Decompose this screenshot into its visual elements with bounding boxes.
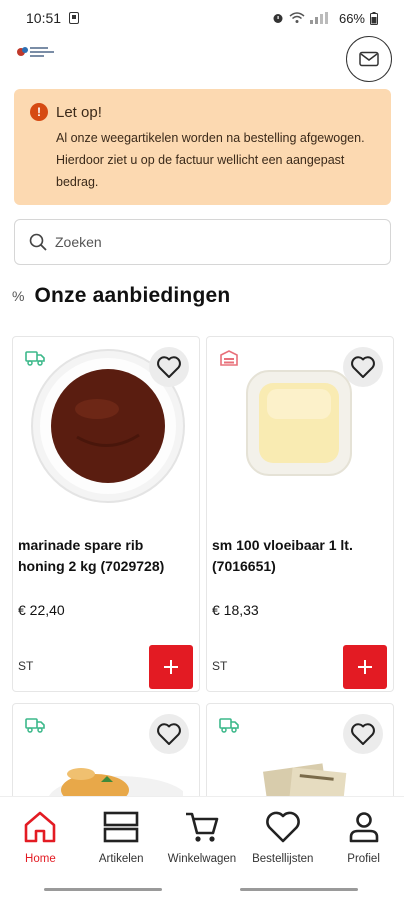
search-input[interactable] bbox=[55, 234, 355, 250]
weight-notice-alert: ! Let op! Al onze weegartikelen worden n… bbox=[14, 89, 391, 205]
product-card[interactable]: marinade spare rib honing 2 kg (7029728)… bbox=[12, 336, 200, 692]
offers-title: Onze aanbiedingen bbox=[34, 284, 231, 307]
battery-icon bbox=[370, 11, 378, 25]
favorite-button[interactable] bbox=[343, 347, 383, 387]
product-price: € 18,33 bbox=[212, 602, 259, 618]
alert-icon: ! bbox=[30, 103, 48, 121]
product-name[interactable]: marinade spare rib honing 2 kg (7029728) bbox=[18, 535, 193, 577]
heart-icon bbox=[351, 723, 375, 745]
nav-articles[interactable]: Artikelen bbox=[81, 797, 162, 880]
add-to-cart-button[interactable] bbox=[343, 645, 387, 689]
heart-icon bbox=[157, 723, 181, 745]
favorite-button[interactable] bbox=[149, 714, 189, 754]
nav-home[interactable]: Home bbox=[0, 797, 81, 880]
search-bar[interactable] bbox=[14, 219, 391, 265]
delivery-truck-icon bbox=[219, 718, 239, 733]
company-logo[interactable] bbox=[16, 44, 56, 60]
product-unit: ST bbox=[212, 659, 228, 673]
percent-icon: % bbox=[12, 288, 25, 304]
nav-label: Home bbox=[25, 853, 56, 865]
offers-header: % Onze aanbiedingen bbox=[12, 284, 230, 308]
status-time: 10:51 bbox=[26, 10, 62, 26]
nav-label: Artikelen bbox=[98, 853, 144, 865]
nav-label: Bestellijsten bbox=[252, 853, 314, 865]
list-icon bbox=[103, 811, 139, 843]
plus-icon bbox=[358, 660, 372, 674]
battery-percent: 66% bbox=[338, 10, 365, 26]
product-unit: ST bbox=[18, 659, 34, 673]
mail-icon bbox=[359, 51, 379, 67]
gesture-bar bbox=[44, 888, 162, 891]
status-bar: 10:51 66% bbox=[0, 0, 404, 36]
notification-icon bbox=[69, 12, 80, 24]
signal-icon bbox=[309, 12, 328, 24]
nav-label: Winkelwagen bbox=[167, 853, 237, 865]
heart-icon bbox=[157, 356, 181, 378]
nav-cart[interactable]: Winkelwagen bbox=[162, 797, 243, 880]
home-icon bbox=[25, 811, 56, 843]
favorite-button[interactable] bbox=[343, 714, 383, 754]
packaged-product-image bbox=[263, 763, 347, 800]
cart-icon bbox=[185, 812, 219, 842]
nav-label: Profiel bbox=[347, 853, 380, 865]
warehouse-icon bbox=[220, 350, 238, 366]
heart-icon bbox=[351, 356, 375, 378]
product-card[interactable]: sm 100 vloeibaar 1 lt. (7016651) € 18,33… bbox=[206, 336, 394, 692]
nav-order-lists[interactable]: Bestellijsten bbox=[242, 797, 323, 880]
pasta-dish-image bbox=[48, 768, 183, 800]
wifi-icon bbox=[289, 12, 305, 23]
alert-title: Let op! bbox=[56, 103, 102, 121]
heart-icon bbox=[265, 811, 300, 843]
app-header bbox=[0, 36, 404, 84]
product-name[interactable]: sm 100 vloeibaar 1 lt. (7016651) bbox=[212, 535, 387, 577]
plus-icon bbox=[164, 660, 178, 674]
user-icon bbox=[349, 812, 378, 843]
product-price: € 22,40 bbox=[18, 602, 65, 618]
gesture-bar bbox=[240, 888, 358, 891]
search-icon bbox=[29, 233, 47, 251]
liquid-butter-tray-image bbox=[246, 370, 352, 476]
favorite-button[interactable] bbox=[149, 347, 189, 387]
bottom-navigation: Home Artikelen Winkelwagen Bestellijsten… bbox=[0, 796, 404, 880]
nav-profile[interactable]: Profiel bbox=[323, 797, 404, 880]
delivery-truck-icon bbox=[25, 718, 45, 733]
alert-text: Al onze weegartikelen worden na bestelli… bbox=[56, 131, 365, 189]
mail-button[interactable] bbox=[346, 36, 392, 82]
add-to-cart-button[interactable] bbox=[149, 645, 193, 689]
alarm-icon bbox=[273, 14, 283, 23]
